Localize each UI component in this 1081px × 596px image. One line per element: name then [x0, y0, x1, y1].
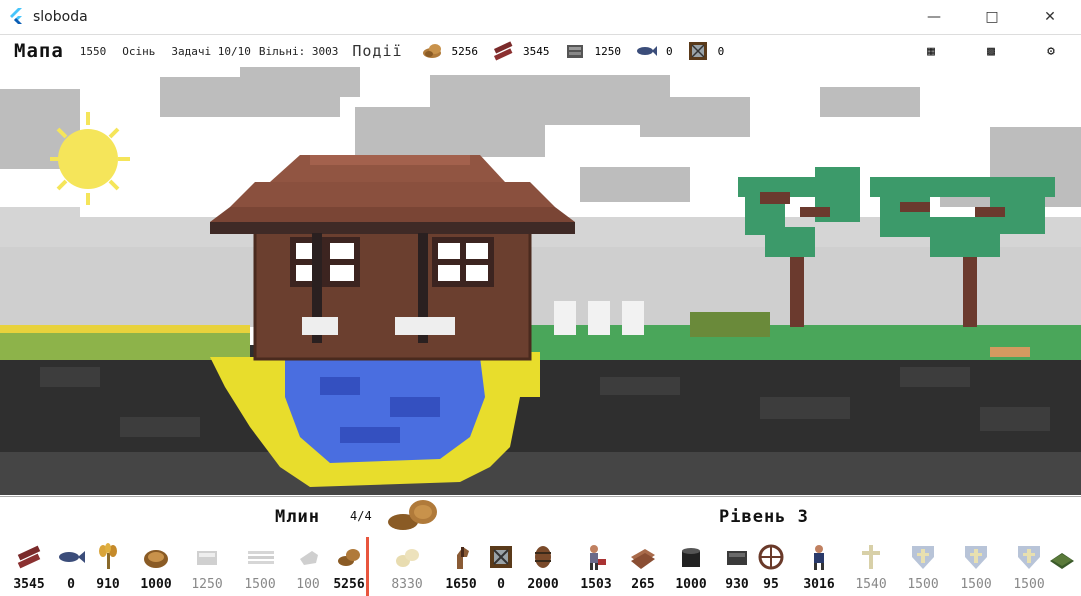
scene-canvas: [0, 67, 1081, 495]
inventory-slot[interactable]: 910: [83, 541, 133, 592]
inventory-slot[interactable]: 1540: [846, 541, 896, 592]
window-titlebar: sloboda — □ ✕: [0, 0, 1081, 33]
coal-icon: [682, 548, 700, 567]
logs-icon: [494, 41, 513, 61]
game-scene[interactable]: [0, 67, 1081, 495]
shield-icon: [965, 546, 987, 569]
bread-icon: [422, 44, 441, 58]
building-level: Рівень 3: [719, 507, 809, 527]
events-button[interactable]: Події: [352, 42, 402, 60]
network-icon[interactable]: ▩: [961, 44, 1021, 59]
inventory-slot[interactable]: [1044, 541, 1080, 577]
bread-icon: [388, 500, 437, 530]
water: [285, 357, 485, 463]
top-actions: ▦ ▩ ⚙: [901, 35, 1081, 67]
planks-icon: [248, 551, 274, 564]
season-label: Осінь: [122, 44, 156, 58]
inventory-slot[interactable]: 3016: [794, 541, 844, 592]
tile-icon: [1050, 553, 1074, 569]
resource-fish: 0: [635, 41, 673, 61]
resource-frame: 0: [687, 41, 724, 61]
shield-icon: [912, 546, 934, 569]
building-count: 4/4: [350, 509, 372, 523]
inventory-slot[interactable]: 1250: [182, 541, 232, 592]
maximize-button[interactable]: □: [969, 0, 1015, 33]
mill-building[interactable]: [210, 155, 575, 361]
cross-icon: [862, 545, 880, 569]
frame-icon: [490, 546, 512, 568]
stone-icon: [566, 45, 583, 58]
minimize-button[interactable]: —: [911, 0, 957, 33]
inventory-slot[interactable]: 1000: [666, 541, 716, 592]
stone-icon: [197, 551, 217, 565]
logs-icon: [17, 545, 41, 569]
building-name: Млин: [275, 507, 320, 527]
inventory-slot[interactable]: 5256: [324, 541, 374, 592]
settings-gear-icon[interactable]: ⚙: [1021, 44, 1081, 59]
shield-icon: [1018, 546, 1040, 569]
wheel-icon: [758, 544, 784, 570]
flour-icon: [396, 549, 419, 567]
inventory-slot[interactable]: 1503: [571, 541, 621, 592]
bread-icon: [338, 549, 360, 566]
soldier-icon: [814, 545, 824, 570]
free-workers-label: Вільні: 3003: [258, 44, 339, 58]
inventory-bar: 3545 0 910 1000 1250 1500 100 5256 8330 …: [0, 537, 1081, 596]
inventory-slot[interactable]: 1500: [898, 541, 948, 592]
top-status-bar: Мапа 1550 Осінь Задачі 10/10 Вільні: 300…: [0, 34, 1081, 68]
boards-icon: [631, 549, 655, 569]
frame-icon: [688, 42, 707, 60]
inventory-slot[interactable]: 95: [746, 541, 796, 592]
flutter-logo-icon: [10, 7, 22, 24]
horse-icon: [457, 547, 469, 569]
grid-view-icon[interactable]: ▦: [901, 44, 961, 59]
map-button[interactable]: Мапа: [14, 40, 64, 62]
basket-icon: [144, 550, 168, 568]
window-title: sloboda: [33, 8, 88, 25]
fish-icon: [637, 46, 658, 56]
worker-icon: [590, 545, 606, 570]
barrel-icon: [535, 546, 551, 568]
inventory-slot[interactable]: 265: [618, 541, 668, 592]
inventory-slot[interactable]: 1000: [131, 541, 181, 592]
resource-stone: 1250: [564, 41, 621, 61]
fish-icon: [59, 551, 85, 563]
fence-posts: [554, 301, 644, 335]
close-button[interactable]: ✕: [1027, 0, 1073, 33]
inventory-slot[interactable]: 8330: [382, 541, 432, 592]
ore-icon: [300, 551, 318, 565]
resource-bread: 5256: [421, 41, 478, 61]
inventory-slot[interactable]: 1500: [235, 541, 285, 592]
year-label: 1550: [79, 44, 107, 58]
wheat-icon: [99, 543, 117, 569]
inventory-slot[interactable]: 1500: [951, 541, 1001, 592]
resource-logs: 3545: [492, 41, 550, 61]
inventory-slot[interactable]: 2000: [518, 541, 568, 592]
building-info-bar: Млин 4/4 Рівень 3: [0, 496, 1081, 538]
tasks-label: Задачі 10/10: [171, 44, 251, 58]
